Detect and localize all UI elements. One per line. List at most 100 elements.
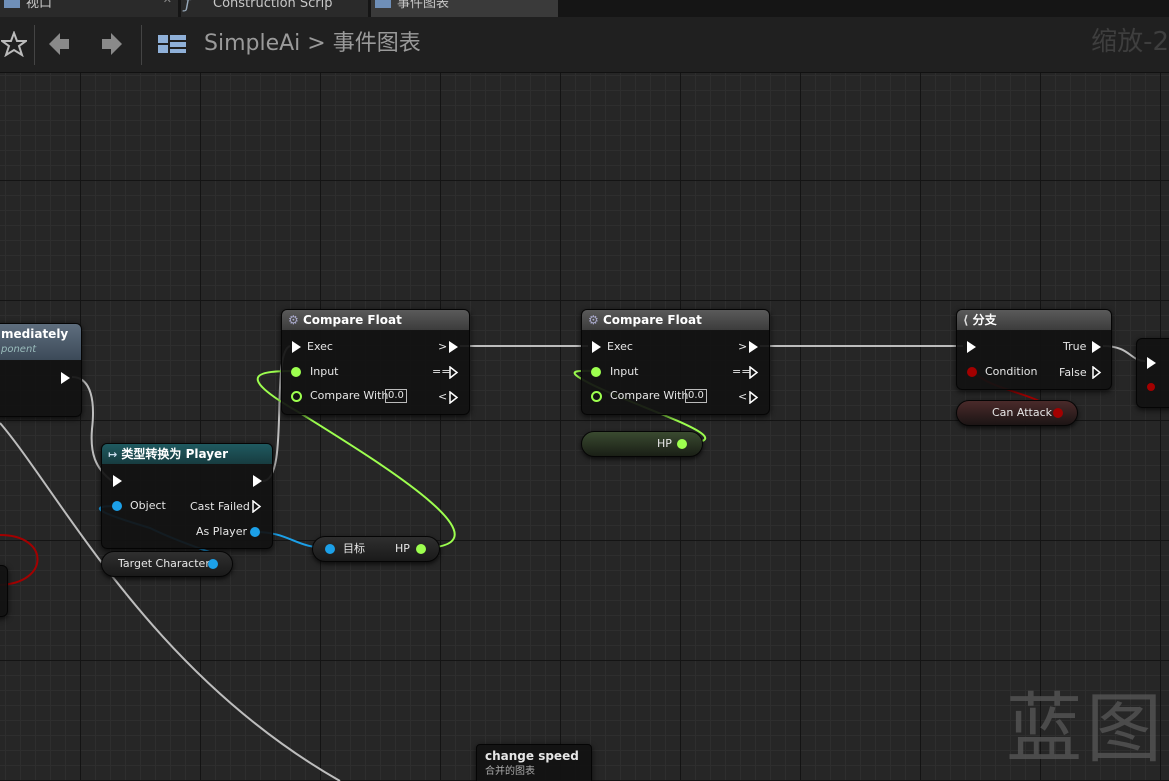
object-pin[interactable] [208, 559, 218, 569]
zoom-level: 缩放-2 [1091, 27, 1169, 57]
node-header: ⟨ 分支 [957, 310, 1111, 330]
float-compare-pin[interactable] [291, 391, 302, 402]
bool-condition-pin[interactable] [967, 367, 977, 377]
float-input-pin[interactable] [291, 367, 301, 377]
node-header: ↦ 类型转换为 Player [102, 444, 272, 464]
separator [141, 25, 142, 65]
branch-icon: ⟨ [963, 313, 969, 327]
var-target-character[interactable]: Target Character [101, 551, 233, 577]
node-title: Compare Float [602, 313, 702, 327]
node-header: ⚙ Compare Float [582, 310, 769, 330]
pin-label-lt: < [438, 390, 448, 403]
pin-label-condition: Condition [985, 365, 1038, 378]
exec-in-pin[interactable] [1147, 357, 1156, 369]
var-can-attack[interactable]: Can Attack [956, 400, 1078, 426]
back-arrow-icon[interactable] [44, 27, 74, 61]
function-icon: ƒ [185, 0, 191, 12]
float-pin[interactable] [677, 439, 687, 449]
tab-construction-script[interactable]: ƒ Construction Scrip [181, 0, 368, 17]
tab-label: Construction Scrip [213, 0, 333, 11]
exec-out-true-pin[interactable] [1092, 341, 1101, 353]
float-input-pin[interactable] [591, 367, 601, 377]
node-partial-left[interactable]: mediately ponent [0, 323, 82, 417]
exec-out-pin[interactable] [253, 475, 262, 487]
node-title: 类型转换为 Player [121, 447, 229, 461]
pin-label-exec: Exec [607, 340, 633, 353]
exec-out-gt-pin[interactable] [749, 341, 758, 353]
exec-in-pin[interactable] [292, 341, 301, 353]
var-label: Can Attack [992, 406, 1053, 419]
node-title: 分支 [972, 313, 997, 327]
favorite-star-icon[interactable] [0, 27, 28, 61]
node-branch[interactable]: ⟨ 分支 True Condition False [956, 309, 1112, 390]
node-compare-float-1[interactable]: ⚙ Compare Float Exec > Input == Compare … [281, 309, 470, 415]
exec-in-pin[interactable] [967, 341, 976, 353]
pin-label-false: False [1059, 366, 1087, 379]
var-label: Target Character [118, 557, 210, 570]
node-partial-right[interactable] [1136, 338, 1169, 408]
node-collapsed-graph[interactable]: change speed 合并的图表 [476, 744, 592, 781]
pin-label-true: True [1063, 340, 1087, 353]
pin-label-eq: == [432, 365, 451, 378]
exec-out-lt-pin[interactable] [449, 391, 459, 404]
bool-pin[interactable] [1053, 408, 1063, 418]
exec-out-false-pin[interactable] [1092, 366, 1102, 379]
pin-label-compare-with: Compare With [310, 389, 389, 402]
node-title: Compare Float [302, 313, 402, 327]
pin-label-cast-failed: Cast Failed [190, 500, 250, 513]
node-cast-to-player[interactable]: ↦ 类型转换为 Player Object Cast Failed As Pla… [101, 443, 273, 549]
close-icon[interactable]: ✕ [163, 0, 172, 5]
as-player-pin[interactable] [250, 527, 260, 537]
exec-in-pin[interactable] [592, 341, 601, 353]
graph-toolbar: SimpleAi > 事件图表 缩放-2 [0, 17, 1169, 73]
var-hp[interactable]: HP [581, 431, 703, 457]
breadcrumb: SimpleAi > 事件图表 [204, 30, 421, 58]
pin-label-object: Object [130, 499, 166, 512]
node-compare-float-2[interactable]: ⚙ Compare Float Exec > Input == Compare … [581, 309, 770, 415]
node-subtitle: 合并的图表 [485, 766, 535, 777]
breadcrumb-current: 事件图表 [332, 31, 421, 56]
exec-out-lt-pin[interactable] [749, 391, 759, 404]
pin-label-lt: < [738, 390, 748, 403]
viewport-icon [4, 0, 20, 8]
node-subtitle: ponent [1, 344, 37, 355]
breadcrumb-separator: > [307, 31, 326, 56]
tab-viewport[interactable]: 视口 ✕ [0, 0, 178, 17]
exec-out-pin[interactable] [61, 372, 70, 384]
exec-in-pin[interactable] [113, 475, 122, 487]
node-partial-bottom-left[interactable] [0, 565, 8, 617]
separator [34, 25, 35, 65]
node-title: mediately [1, 327, 69, 341]
cast-icon: ↦ [108, 448, 118, 461]
var-target-hp[interactable]: 目标 HP [312, 536, 440, 562]
pin-label-input: Input [310, 365, 339, 378]
node-header: ⚙ Compare Float [282, 310, 469, 330]
tab-bar: 视口 ✕ ƒ Construction Scrip 事件图表 [0, 0, 1169, 17]
graph-icon [375, 0, 391, 8]
pin-label-exec: Exec [307, 340, 333, 353]
exec-out-gt-pin[interactable] [449, 341, 458, 353]
node-header: mediately ponent [0, 324, 81, 360]
bool-pin[interactable] [1147, 383, 1155, 391]
pin-label-gt: > [438, 340, 448, 353]
tab-label: 视口 [26, 0, 53, 11]
cast-failed-pin[interactable] [252, 500, 262, 513]
tab-label: 事件图表 [397, 0, 450, 11]
tab-event-graph[interactable]: 事件图表 [371, 0, 558, 17]
compare-value-input[interactable]: 0.0 [385, 389, 407, 403]
pin-label-compare-with: Compare With [610, 389, 689, 402]
blueprint-watermark: 蓝图 [1006, 684, 1166, 773]
target-pin[interactable] [325, 544, 335, 554]
function-gear-icon: ⚙ [588, 313, 599, 327]
breadcrumb-root[interactable]: SimpleAi [204, 31, 300, 56]
object-pin[interactable] [112, 501, 122, 511]
exec-out-eq-pin[interactable] [749, 366, 759, 379]
graph-canvas[interactable]: mediately ponent ↦ 类型转换为 Player Object C… [0, 73, 1169, 781]
float-compare-pin[interactable] [591, 391, 602, 402]
var-label: HP [657, 437, 672, 450]
target-label: 目标 [343, 542, 365, 555]
float-pin[interactable] [416, 544, 426, 554]
forward-arrow-icon[interactable] [97, 27, 127, 61]
exec-out-eq-pin[interactable] [449, 366, 459, 379]
compare-value-input[interactable]: 0.0 [685, 389, 707, 403]
